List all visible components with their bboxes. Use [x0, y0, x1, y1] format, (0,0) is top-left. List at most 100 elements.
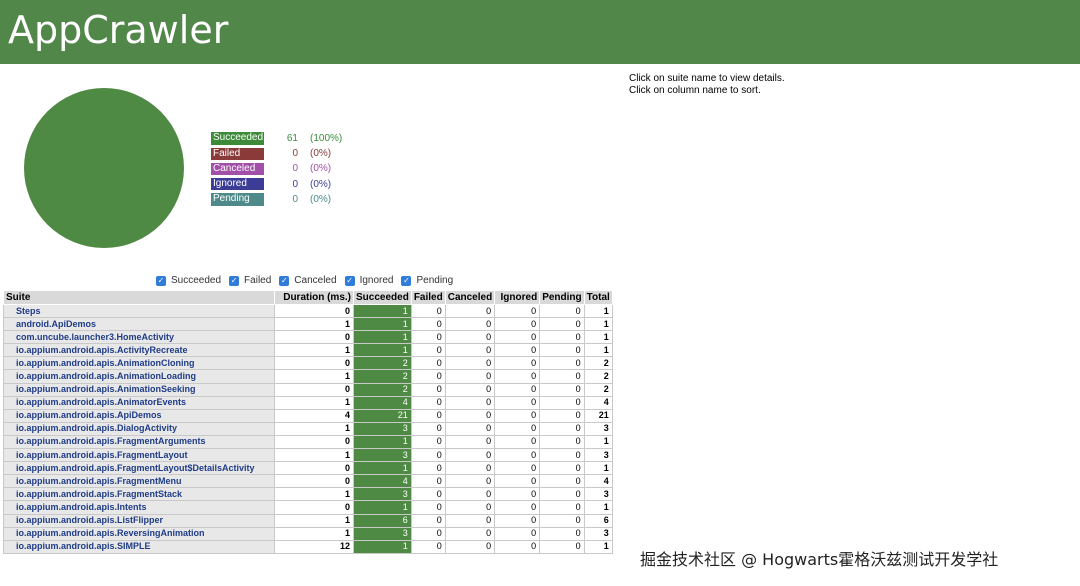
filter-failed[interactable]: ✓ Failed [229, 275, 271, 286]
suite-link[interactable]: io.appium.android.apis.ListFlipper [3, 513, 275, 528]
table-cell: 1 [353, 500, 412, 515]
checkbox-icon[interactable]: ✓ [401, 275, 412, 286]
legend-percent: (0%) [310, 193, 332, 205]
table-cell: 0 [410, 513, 446, 528]
table-cell: 0 [410, 303, 446, 319]
legend-percent: (0%) [310, 148, 332, 160]
suite-link[interactable]: io.appium.android.apis.FragmentLayout$De… [3, 461, 275, 476]
suite-link[interactable]: io.appium.android.apis.ApiDemos [3, 408, 275, 423]
table-cell: 0 [539, 343, 585, 358]
table-cell: 0 [494, 434, 541, 450]
table-cell: 0 [410, 448, 446, 463]
table-cell: 1 [583, 539, 613, 554]
suite-link[interactable]: io.appium.android.apis.FragmentArguments [3, 434, 275, 450]
column-header[interactable]: Succeeded [353, 290, 412, 305]
table-cell: 0 [274, 500, 354, 515]
table-cell: 0 [539, 408, 585, 423]
column-header[interactable]: Ignored [494, 290, 541, 305]
suite-link[interactable]: io.appium.android.apis.SIMPLE [3, 539, 275, 554]
suite-link[interactable]: io.appium.android.apis.Intents [3, 500, 275, 515]
table-cell: 0 [539, 330, 585, 345]
legend-count: 0 [292, 148, 298, 160]
instructions: Click on suite name to view details. Cli… [629, 73, 785, 97]
suite-link[interactable]: io.appium.android.apis.ReversingAnimatio… [3, 526, 275, 541]
table-cell: 1 [583, 434, 613, 450]
table-cell: 6 [353, 513, 412, 528]
table-row: com.uncube.launcher3.HomeActivity 0 1 0 0 0 0 1 [3, 330, 613, 345]
column-header[interactable]: Suite [3, 290, 275, 305]
suite-link[interactable]: io.appium.android.apis.FragmentLayout [3, 448, 275, 463]
table-cell: 0 [444, 526, 496, 541]
legend-percent: (0%) [310, 178, 332, 190]
table-cell: 0 [444, 434, 496, 450]
table-row: io.appium.android.apis.FragmentLayout 1 3 0… [3, 448, 613, 463]
filter-succeeded[interactable]: ✓ Succeeded [156, 275, 221, 286]
table-row: io.appium.android.apis.AnimationLoading 1… [3, 369, 613, 384]
column-header[interactable]: Canceled [444, 290, 496, 305]
suite-link[interactable]: io.appium.android.apis.DialogActivity [3, 421, 275, 436]
table-cell: 1 [353, 461, 412, 476]
table-cell: 0 [444, 513, 496, 528]
legend-count: 0 [292, 193, 298, 205]
table-cell: 3 [353, 448, 412, 463]
table-cell: 0 [410, 487, 446, 502]
column-header[interactable]: Duration (ms.) [274, 290, 354, 305]
suite-link[interactable]: com.uncube.launcher3.HomeActivity [3, 330, 275, 345]
app-title: AppCrawler [8, 8, 229, 52]
table-cell: 0 [444, 408, 496, 423]
filter-pending[interactable]: ✓ Pending [401, 275, 453, 286]
table-cell: 0 [494, 343, 541, 358]
watermark: 掘金技术社区 @ Hogwarts霍格沃兹测试开发学社 [640, 550, 999, 569]
table-cell: 1 [353, 330, 412, 345]
checkbox-icon[interactable]: ✓ [279, 275, 290, 286]
table-cell: 4 [274, 408, 354, 423]
table-cell: 0 [494, 500, 541, 515]
suite-link[interactable]: io.appium.android.apis.FragmentMenu [3, 474, 275, 489]
table-cell: 1 [274, 487, 354, 502]
suite-link[interactable]: io.appium.android.apis.AnimationCloning [3, 356, 275, 371]
suite-link[interactable]: io.appium.android.apis.AnimationSeeking [3, 382, 275, 397]
table-cell: 3 [353, 487, 412, 502]
table-cell: 0 [274, 303, 354, 319]
table-cell: 1 [274, 369, 354, 384]
table-cell: 0 [539, 382, 585, 397]
table-cell: 1 [583, 343, 613, 358]
table-cell: 0 [444, 330, 496, 345]
table-cell: 2 [583, 356, 613, 371]
filter-canceled[interactable]: ✓ Canceled [279, 275, 337, 286]
suite-link[interactable]: io.appium.android.apis.ActivityRecreate [3, 343, 275, 358]
table-row: io.appium.android.apis.AnimationCloning 0… [3, 356, 613, 371]
checkbox-icon[interactable]: ✓ [344, 275, 355, 286]
table-cell: 12 [274, 539, 354, 554]
checkbox-icon[interactable]: ✓ [229, 275, 240, 286]
table-row: io.appium.android.apis.AnimationSeeking 0… [3, 382, 613, 397]
suite-link[interactable]: io.appium.android.apis.AnimatorEvents [3, 395, 275, 410]
table-cell: 0 [274, 434, 354, 450]
column-header[interactable]: Failed [410, 290, 446, 305]
table-cell: 1 [353, 434, 412, 450]
table-cell: 1 [274, 513, 354, 528]
table-cell: 0 [539, 500, 585, 515]
table-cell: 0 [410, 500, 446, 515]
suite-link[interactable]: io.appium.android.apis.AnimationLoading [3, 369, 275, 384]
table-row: io.appium.android.apis.ReversingAnimatio… [3, 526, 613, 541]
filter-label: Pending [416, 275, 454, 286]
table-cell: 1 [274, 526, 354, 541]
suite-link[interactable]: io.appium.android.apis.FragmentStack [3, 487, 275, 502]
suite-link[interactable]: Steps [3, 303, 275, 319]
column-header[interactable]: Total [583, 290, 613, 305]
table-cell: 0 [410, 474, 446, 489]
table-cell: 0 [539, 303, 585, 319]
filter-ignored[interactable]: ✓ Ignored [344, 275, 393, 286]
table-cell: 0 [410, 395, 446, 410]
suite-link[interactable]: android.ApiDemos [3, 317, 275, 332]
table-row: io.appium.android.apis.FragmentMenu 0 4 0 0 0… [3, 474, 613, 489]
table-cell: 0 [274, 356, 354, 371]
column-header[interactable]: Pending [539, 290, 585, 305]
table-row: io.appium.android.apis.ApiDemos 4 21 0 0 0 0 21 [3, 408, 613, 423]
checkbox-icon[interactable]: ✓ [156, 275, 166, 286]
table-cell: 0 [444, 382, 496, 397]
table-cell: 0 [274, 474, 354, 489]
legend-row-ignored: Ignored 0 (0%) [211, 177, 342, 192]
legend-row-failed: Failed 0 (0%) [211, 146, 342, 161]
